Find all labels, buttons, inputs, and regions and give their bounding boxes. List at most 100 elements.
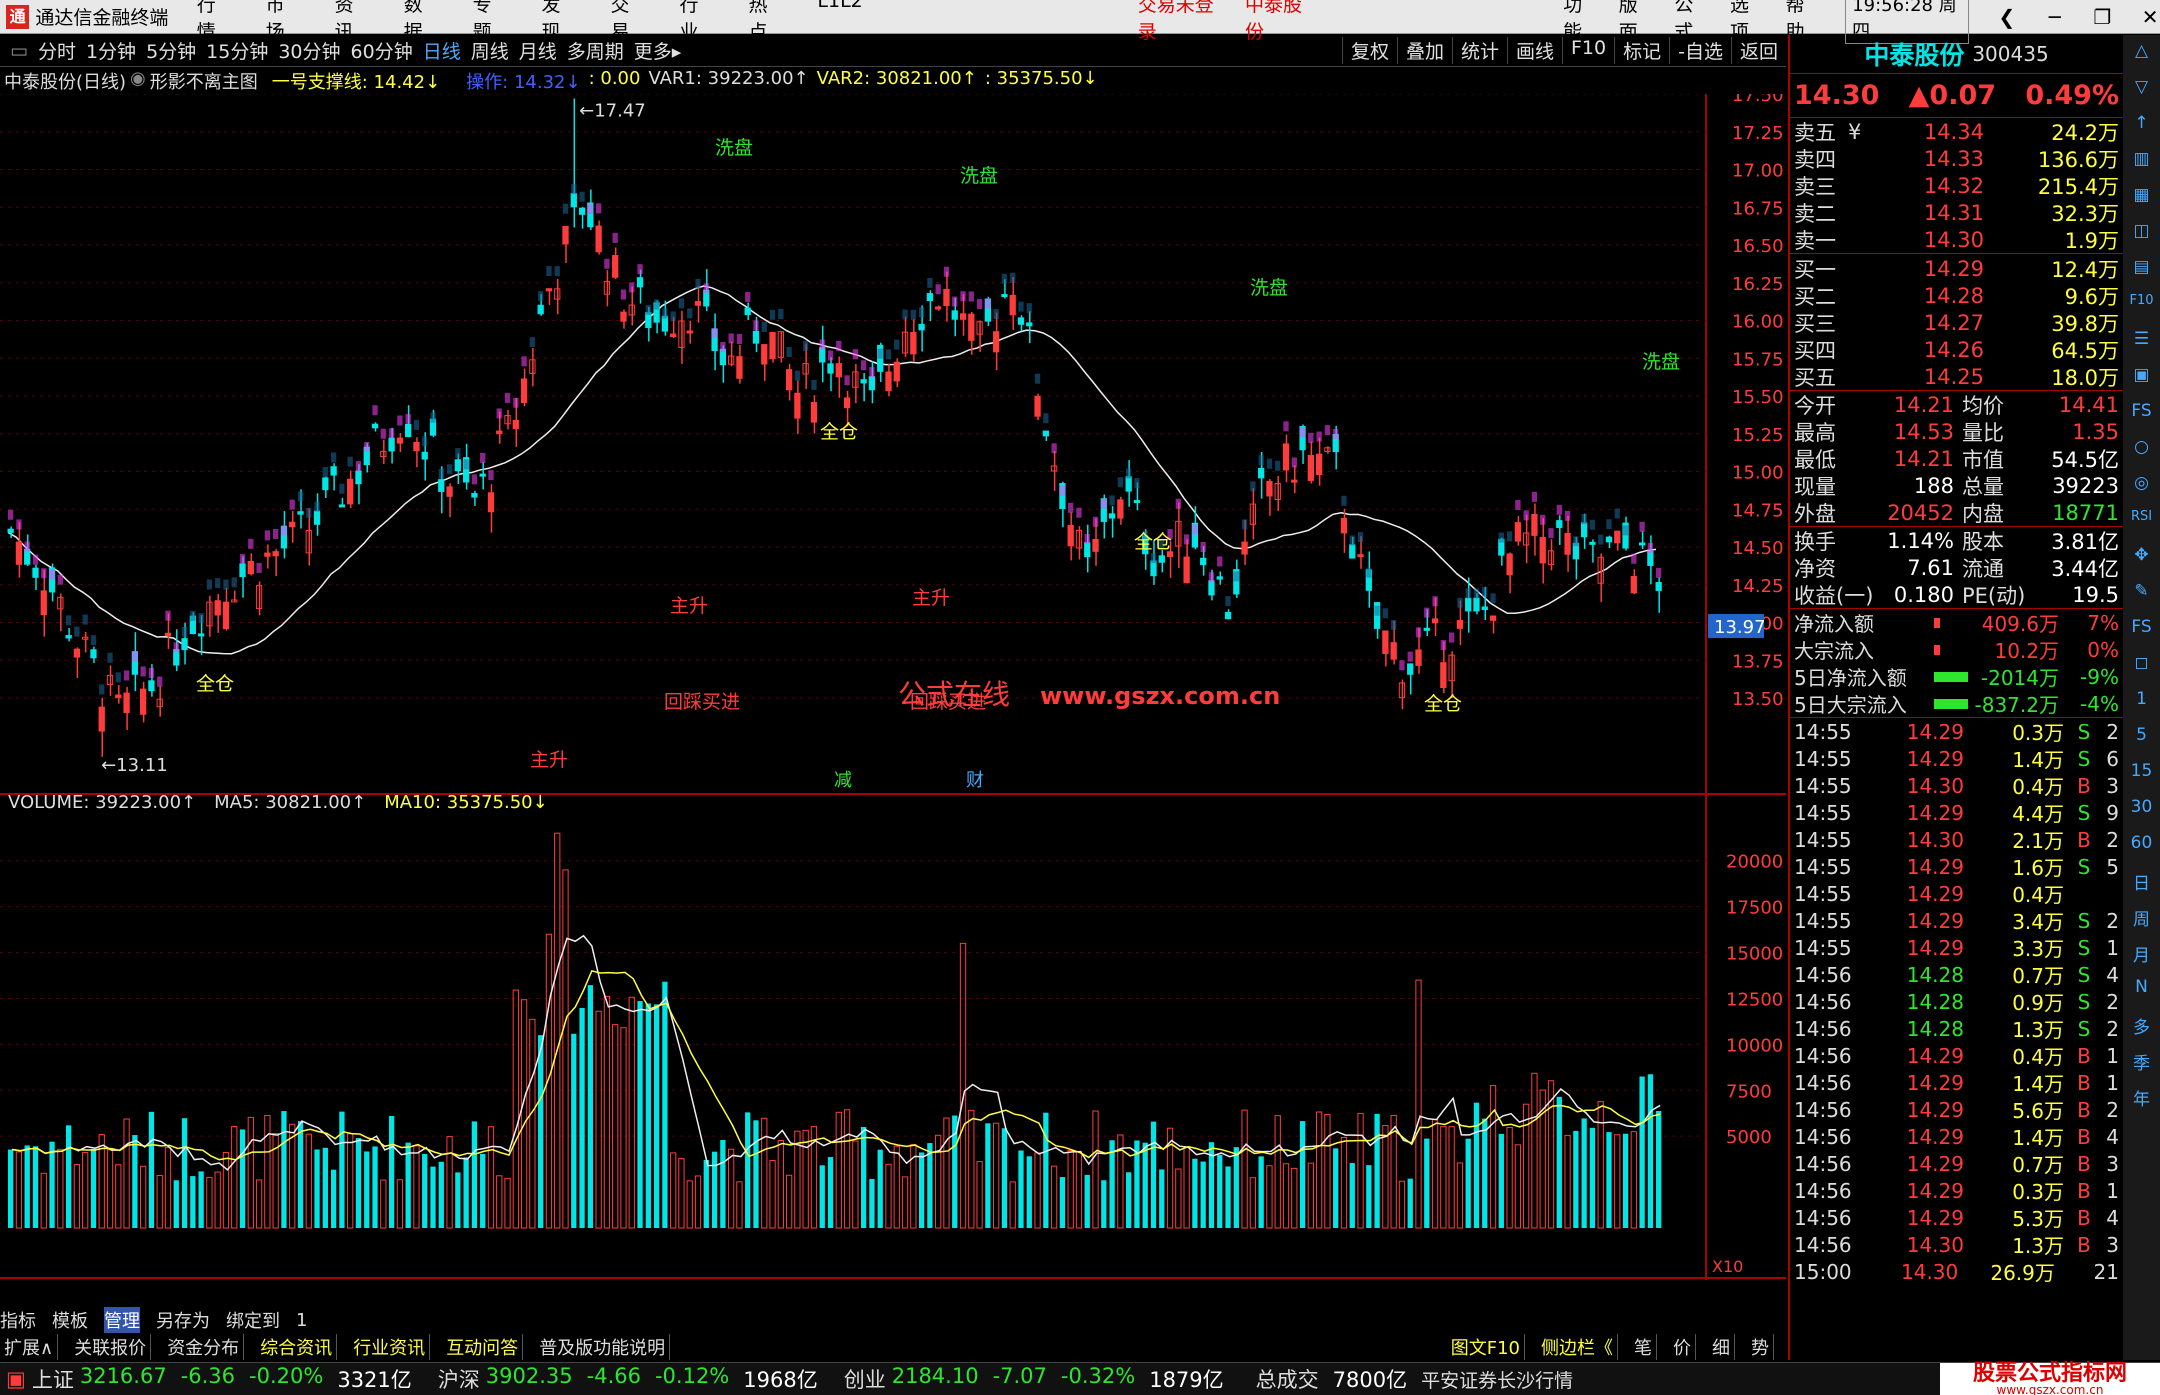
side-tool-icon[interactable]: ▤ [2133,257,2149,281]
info-tab-5[interactable]: 互动问答 [442,1334,524,1360]
formula-icon[interactable]: ◉ [130,68,146,94]
ask-row[interactable]: 卖三 14.32 215.4万 [1790,172,2123,199]
tab-period-0[interactable]: 分时 [38,37,76,64]
info-tab-3[interactable]: 综合资讯 [256,1334,338,1360]
bid-row[interactable]: 买一 14.29 12.4万 [1790,255,2123,282]
minimize-icon[interactable]: ─ [2045,5,2065,29]
volume-tick-label: 12500 [1726,989,1783,1010]
bid-row[interactable]: 买四 14.26 64.5万 [1790,336,2123,363]
tab-period-5[interactable]: 60分钟 [351,37,413,64]
tab-period-6[interactable]: 日线 [423,37,461,64]
side-tool-icon[interactable]: ☰ [2134,329,2149,353]
index-name[interactable]: 沪深 [438,1364,480,1394]
trend-band [1506,531,1513,542]
bid-row[interactable]: 买三 14.27 39.8万 [1790,309,2123,336]
candle-body [736,356,743,379]
info-right-tab-2[interactable]: 笔 [1630,1334,1657,1360]
side-tool-icon[interactable]: ✎ [2134,581,2148,605]
bid-row[interactable]: 买二 14.28 9.6万 [1790,282,2123,309]
side-tool-icon[interactable]: ○ [2134,437,2149,461]
tab-period-1[interactable]: 1分钟 [86,37,136,64]
toolbar-button-0[interactable]: 复权 [1341,37,1397,64]
side-tool-icon[interactable]: ◎ [2134,473,2149,497]
side-tool-icon[interactable]: 多 [2133,1013,2150,1038]
ask-row[interactable]: 卖五 ¥14.34 24.2万 [1790,118,2123,145]
trend-band [173,642,179,653]
info-tab-4[interactable]: 行业资讯 [349,1334,431,1360]
bid-row[interactable]: 买五 14.25 18.0万 [1790,363,2123,390]
side-tool-icon[interactable]: N [2135,977,2148,1001]
side-tool-icon[interactable]: ◻ [2134,653,2148,677]
side-tool-icon[interactable]: 15 [2131,761,2153,785]
toolbar-button-3[interactable]: 画线 [1506,37,1562,64]
candle-body [769,331,776,359]
side-tool-icon[interactable]: ▥ [2133,149,2149,173]
indicator-tab-0[interactable]: 指标 [0,1307,36,1333]
side-tool-icon[interactable]: FS [2131,401,2151,425]
close-icon[interactable]: ✕ [2140,5,2160,29]
side-tool-icon[interactable]: ↑ [2134,113,2148,137]
info-right-tab-0[interactable]: 图文F10 [1447,1334,1525,1360]
side-tool-icon[interactable]: ✥ [2134,545,2148,569]
indicator-tab-3[interactable]: 另存为 [156,1307,210,1333]
kline-chart[interactable]: 17.50 17.25 17.00 16.75 16.50 16.25 16.00 15.75… [0,94,1786,1280]
toolbar-button-2[interactable]: 统计 [1451,37,1507,64]
toolbar-button-5[interactable]: 标记 [1614,37,1669,64]
ask-row[interactable]: 卖四 14.33 136.6万 [1790,145,2123,172]
info-right-tab-4[interactable]: 细 [1708,1334,1735,1360]
tab-period-7[interactable]: 周线 [471,37,509,64]
side-tool-icon[interactable]: ▽ [2135,77,2148,101]
tab-period-3[interactable]: 15分钟 [206,37,268,64]
indicator-formula[interactable]: 形影不离主图 [150,68,258,94]
tab-period-9[interactable]: 多周期 [567,37,624,64]
info-tab-1[interactable]: 关联报价 [70,1334,152,1360]
back-icon[interactable]: ❮ [1997,5,2017,29]
info-right-tab-3[interactable]: 价 [1669,1334,1696,1360]
side-tool-icon[interactable]: 日 [2133,869,2150,894]
side-tool-icon[interactable]: 1 [2136,689,2147,713]
restore-icon[interactable]: ❐ [2093,5,2113,29]
side-tool-icon[interactable]: 年 [2133,1085,2150,1110]
side-tool-icon[interactable]: F10 [2129,293,2153,317]
toolbar-button-4[interactable]: F10 [1562,37,1614,64]
side-tool-icon[interactable]: 季 [2133,1049,2150,1074]
indicator-tab-5[interactable]: 1 [296,1310,307,1331]
side-tool-icon[interactable]: 60 [2131,833,2153,857]
side-tool-icon[interactable]: △ [2135,41,2148,65]
indicator-tab-1[interactable]: 模板 [52,1307,88,1333]
info-right-tab-5[interactable]: 势 [1747,1334,1774,1360]
app-title: 通达信金融终端 [35,7,169,29]
side-tool-icon[interactable]: ▣ [2133,365,2149,389]
side-tool-icon[interactable]: 月 [2133,941,2150,966]
bid-volume: 18.0万 [2051,365,2119,390]
toolbar-button-7[interactable]: 返回 [1730,37,1786,64]
index-name[interactable]: 创业 [844,1364,886,1394]
ask-row[interactable]: 卖二 14.31 32.3万 [1790,199,2123,226]
ask-row[interactable]: 卖一 14.30 1.9万 [1790,226,2123,253]
tab-period-4[interactable]: 30分钟 [278,37,340,64]
index-name[interactable]: 上证 [32,1364,74,1394]
candle-body [15,541,23,565]
indicator-tab-4[interactable]: 绑定到 [226,1307,280,1333]
info-tab-0[interactable]: 扩展∧ [0,1334,59,1360]
trend-band [562,203,569,214]
tab-period-2[interactable]: 5分钟 [146,37,196,64]
side-tool-icon[interactable]: FS [2131,617,2151,641]
info-right-tab-1[interactable]: 侧边栏《 [1537,1334,1618,1360]
info-tab-6[interactable]: 普及版功能说明 [535,1334,671,1360]
collapse-icon[interactable]: ▭ [10,40,28,62]
side-tool-icon[interactable]: ▦ [2133,185,2149,209]
tick-list[interactable]: 14:55 14.29 0.3万 S 2 14:55 14.29 1.4万 S 6 14:55 14.… [1790,717,2123,1285]
side-tool-icon[interactable]: 30 [2131,797,2153,821]
side-tool-icon[interactable]: RSI [2131,509,2152,533]
side-tool-icon[interactable]: 5 [2136,725,2147,749]
tab-period-10[interactable]: 更多▸ [634,37,682,64]
info-tab-2[interactable]: 资金分布 [163,1334,245,1360]
tab-period-8[interactable]: 月线 [519,37,557,64]
toolbar-button-6[interactable]: -自选 [1669,37,1731,64]
toolbar-button-1[interactable]: 叠加 [1396,37,1452,64]
indicator-tab-2[interactable]: 管理 [104,1307,140,1333]
side-tool-icon[interactable]: ◫ [2133,221,2149,245]
tick-row: 14:56 14.29 0.4万 B 1 [1790,1042,2123,1070]
side-tool-icon[interactable]: 周 [2133,905,2150,930]
